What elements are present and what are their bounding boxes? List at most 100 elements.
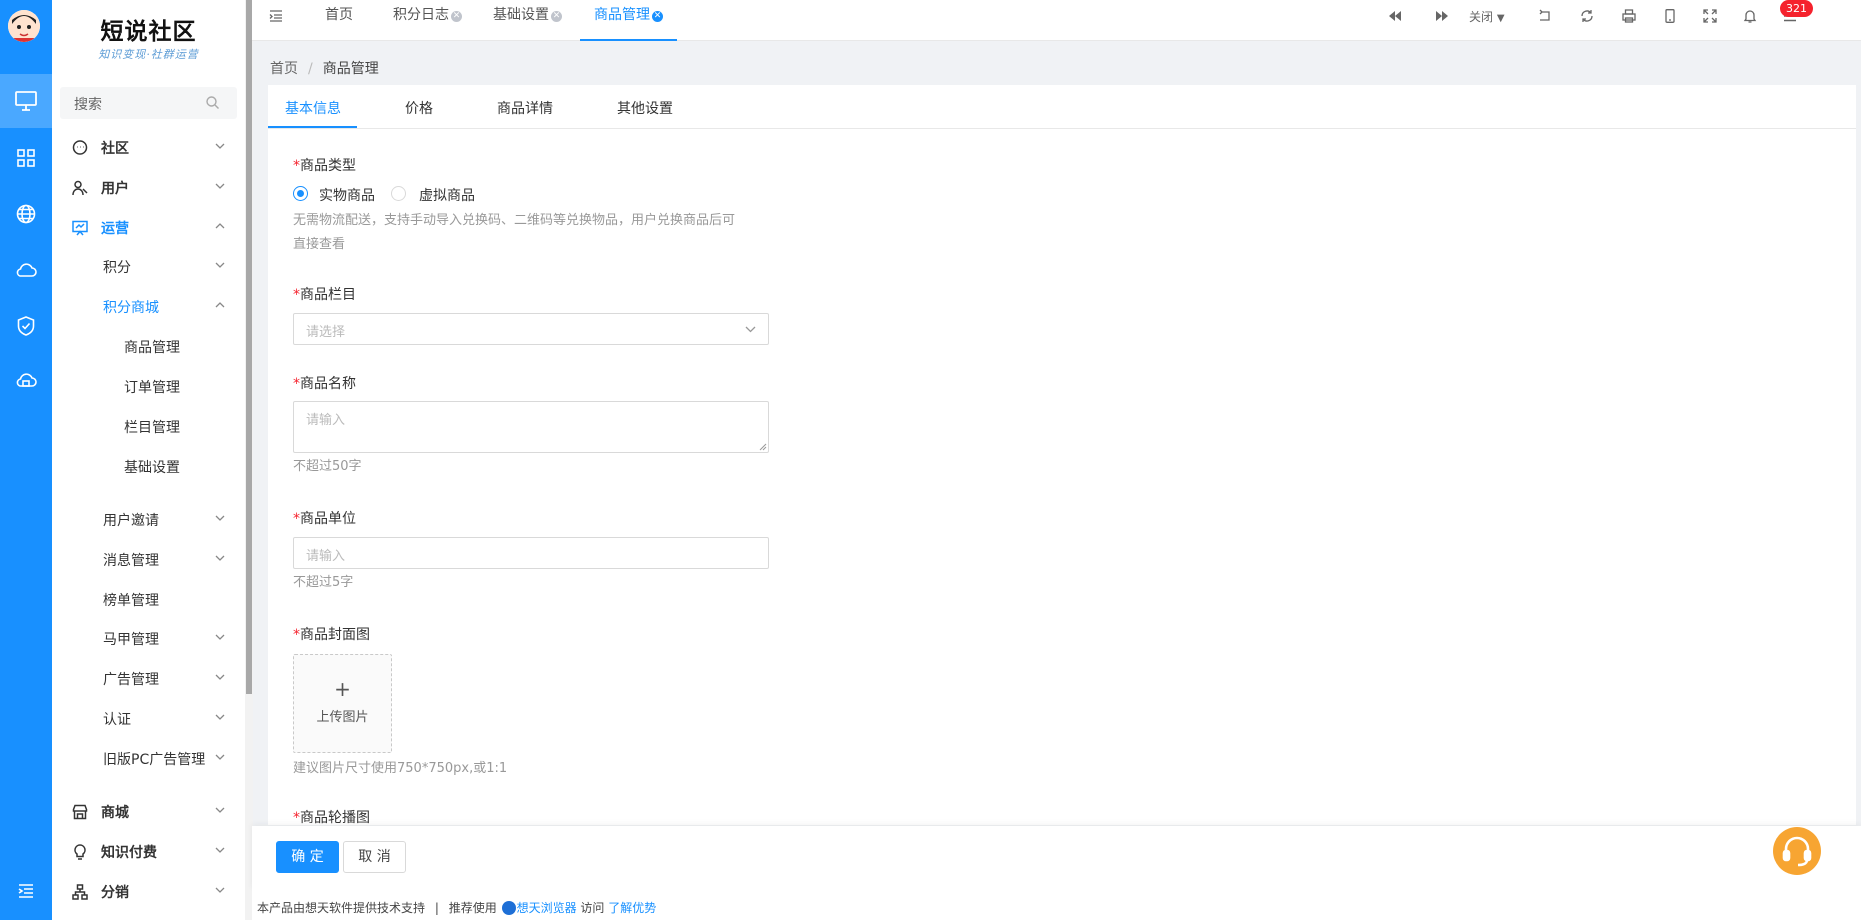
customer-service-icon[interactable] <box>1773 827 1821 875</box>
search-icon[interactable] <box>206 96 219 109</box>
monitor-icon[interactable] <box>0 74 52 128</box>
mobile-icon[interactable] <box>1664 9 1676 23</box>
tab-basic-info[interactable]: 基本信息 <box>285 98 341 118</box>
tab-label: 商品管理 <box>594 7 650 23</box>
tab-label: 积分日志 <box>393 7 449 23</box>
sidebar-item-legacy-pc-ads[interactable]: 旧版PC广告管理 <box>52 742 245 776</box>
chevron-down-icon <box>215 634 225 640</box>
shop-icon <box>72 804 88 820</box>
sidebar-item-product-management[interactable]: 商品管理 <box>52 330 245 364</box>
chevron-down-icon <box>215 143 225 149</box>
sidebar-item-ads[interactable]: 广告管理 <box>52 662 245 696</box>
avatar[interactable] <box>8 10 40 42</box>
close-icon[interactable]: ✕ <box>551 11 562 22</box>
globe-icon[interactable] <box>0 187 52 241</box>
cloud-icon[interactable] <box>0 243 52 297</box>
sidebar-item-label: 认证 <box>103 712 131 728</box>
sidebar-item-user-invite[interactable]: 用户邀请 <box>52 503 245 537</box>
sidebar-item-community[interactable]: 社区 <box>52 131 245 165</box>
cover-upload[interactable]: + 上传图片 <box>293 654 392 753</box>
sidebar-item-mall[interactable]: 商城 <box>52 795 245 829</box>
cloud-app-icon[interactable] <box>0 355 52 409</box>
sidebar-item-points[interactable]: 积分 <box>52 250 245 284</box>
close-icon[interactable]: ✕ <box>652 11 663 22</box>
field-label-name: *商品名称 <box>293 373 356 393</box>
grid-icon[interactable] <box>0 131 52 185</box>
sidebar-item-label: 广告管理 <box>103 672 159 688</box>
radio-physical-label[interactable]: 实物商品 <box>319 185 375 205</box>
return-icon[interactable] <box>1538 9 1552 23</box>
shield-check-icon[interactable] <box>0 299 52 353</box>
bell-icon[interactable] <box>1743 9 1757 23</box>
radio-virtual-label[interactable]: 虚拟商品 <box>419 185 475 205</box>
breadcrumb-separator: / <box>308 61 313 77</box>
sidebar-scrollbar[interactable] <box>246 0 252 694</box>
chevron-down-icon <box>215 262 225 268</box>
sidebar-item-label: 基础设置 <box>124 460 180 476</box>
sidebar-item-label: 榜单管理 <box>103 593 159 609</box>
sidebar-item-basic-settings[interactable]: 基础设置 <box>52 450 245 484</box>
tab-label: 基础设置 <box>493 7 549 23</box>
fullscreen-icon[interactable] <box>1703 9 1717 23</box>
radio-virtual[interactable] <box>391 186 406 201</box>
tab-points-log[interactable]: 积分日志 ✕ <box>393 0 462 41</box>
sidebar-item-label: 旧版PC广告管理 <box>103 752 206 768</box>
sidebar-item-order-management[interactable]: 订单管理 <box>52 370 245 404</box>
printer-icon[interactable] <box>1622 9 1636 23</box>
tab-price[interactable]: 价格 <box>405 98 433 118</box>
learn-more-link[interactable]: 了解优势 <box>608 901 656 915</box>
confirm-button[interactable]: 确 定 <box>276 841 339 873</box>
cancel-button[interactable]: 取 消 <box>343 841 406 873</box>
sidebar-item-label: 栏目管理 <box>124 420 180 436</box>
sidebar-item-label: 社区 <box>101 141 129 157</box>
browser-link[interactable]: 想天浏览器 <box>517 901 577 915</box>
tab-other-settings[interactable]: 其他设置 <box>617 98 673 118</box>
sidebar-item-rankings[interactable]: 榜单管理 <box>52 583 245 617</box>
field-label-product-type: *商品类型 <box>293 155 356 175</box>
tab-home[interactable]: 首页 <box>325 0 353 41</box>
forward-icon[interactable] <box>1435 9 1449 23</box>
logo-slogan: 知识变现·社群运营 <box>98 48 199 61</box>
tab-product-detail[interactable]: 商品详情 <box>497 98 553 118</box>
sidebar-item-vest[interactable]: 马甲管理 <box>52 622 245 656</box>
chevron-down-icon <box>215 674 225 680</box>
footer-divider: | <box>434 901 439 915</box>
name-textarea[interactable]: 请输入 <box>293 401 769 453</box>
sidebar-item-label: 积分商城 <box>103 300 159 316</box>
unit-hint: 不超过5字 <box>293 575 354 590</box>
required-mark: * <box>293 158 300 174</box>
presentation-icon <box>72 220 88 236</box>
radio-physical[interactable] <box>293 186 308 201</box>
action-bar: 确 定 取 消 <box>252 826 1861 890</box>
refresh-icon[interactable] <box>1580 9 1594 23</box>
sidebar-item-messages[interactable]: 消息管理 <box>52 543 245 577</box>
chevron-down-icon <box>215 807 225 813</box>
sidebar-item-distribution[interactable]: 分销 <box>52 875 245 909</box>
close-menu-button[interactable]: 关闭 ▼ <box>1469 8 1505 25</box>
breadcrumb-home[interactable]: 首页 <box>270 61 298 77</box>
menu-fold-icon[interactable] <box>269 9 283 23</box>
sidebar-search-input[interactable]: 搜索 <box>60 87 237 119</box>
category-placeholder: 请选择 <box>306 325 346 340</box>
unit-input[interactable]: 请输入 <box>293 537 769 569</box>
backward-icon[interactable] <box>1388 9 1402 23</box>
form-card: 基本信息 价格 商品详情 其他设置 *商品类型 实物商品 虚拟商品 无需物流配送… <box>268 85 1856 827</box>
chevron-down-icon <box>215 555 225 561</box>
sidebar-item-verify[interactable]: 认证 <box>52 702 245 736</box>
sidebar-item-knowledge-pay[interactable]: 知识付费 <box>52 835 245 869</box>
sidebar-item-operations[interactable]: 运营 <box>52 211 245 245</box>
field-label-carousel: *商品轮播图 <box>293 807 370 827</box>
footer-visit-text: 访问 <box>580 901 605 915</box>
close-icon[interactable]: ✕ <box>451 11 462 22</box>
sidebar-item-points-mall[interactable]: 积分商城 <box>52 290 245 324</box>
resize-handle-icon[interactable] <box>759 443 767 451</box>
sidebar-item-users[interactable]: 用户 <box>52 171 245 205</box>
tab-basic-settings[interactable]: 基础设置 ✕ <box>493 0 562 41</box>
menu-fold-icon[interactable] <box>0 864 52 918</box>
chat-icon <box>72 140 88 156</box>
tab-product-management[interactable]: 商品管理 ✕ <box>580 0 677 41</box>
caret-down-icon: ▼ <box>1496 13 1505 24</box>
sidebar-item-column-management[interactable]: 栏目管理 <box>52 410 245 444</box>
chevron-up-icon <box>215 302 225 308</box>
category-select[interactable]: 请选择 <box>293 313 769 345</box>
